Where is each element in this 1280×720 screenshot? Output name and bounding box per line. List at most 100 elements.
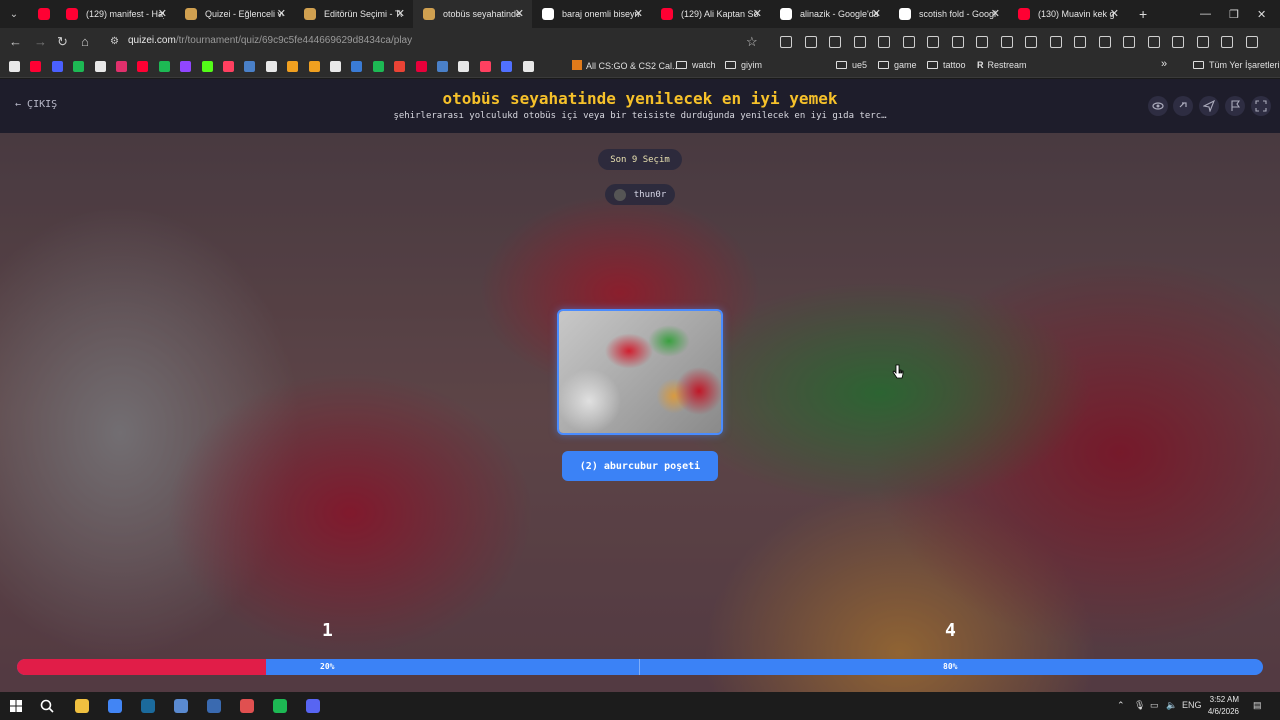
bookmark-favicon-icon[interactable] [116,61,127,72]
reload-icon[interactable]: ↻ [57,34,68,50]
bookmark-favicon-icon[interactable] [415,61,427,72]
browser-tab[interactable]: Editörün Seçimi - Tu ✕ [294,0,413,28]
device-icon[interactable] [976,36,988,48]
bookmark-favicon-icon[interactable] [351,61,363,72]
spotify-icon[interactable] [273,699,287,713]
app-icon[interactable] [240,699,254,713]
download-icon[interactable] [1098,36,1111,48]
bookmark-favicon-icon[interactable] [244,61,256,72]
forward-icon[interactable]: → [34,34,47,49]
app-icon[interactable] [174,699,188,713]
choice-button[interactable]: (2) aburcubur poşeti [562,451,718,481]
app-icon[interactable] [207,699,221,713]
new-tab-button[interactable]: + [1139,6,1147,22]
translate-icon[interactable] [1000,36,1013,48]
media-icon[interactable] [780,36,792,48]
close-tab-icon[interactable]: ✕ [158,7,167,20]
trash-icon[interactable] [1123,36,1135,48]
close-tab-icon[interactable]: ✕ [872,7,881,20]
choice-image-card[interactable] [557,309,723,435]
url-field[interactable]: quizei.com/tr/tournament/quiz/69c9c5fe44… [128,35,412,46]
browser-tab[interactable]: otobüs seyahatinde ✕ [413,0,532,28]
bookmark-restream[interactable]: R Restream [977,60,1027,70]
home-icon[interactable]: ⌂ [81,34,89,49]
close-tab-icon[interactable]: ✕ [515,7,524,20]
close-tab-icon[interactable]: ✕ [753,7,762,20]
bookmark-favicon-icon[interactable] [265,61,277,72]
bookmark-folder-giyim[interactable]: giyim [725,60,762,70]
browser-tab[interactable]: (129) manifest - Hay ✕ [56,0,175,28]
browser-tab[interactable] [28,0,56,28]
share-link-button[interactable] [1173,96,1193,116]
steam-icon[interactable] [141,699,155,713]
browser-tab[interactable]: Quizei - Eğlenceli ve ✕ [175,0,294,28]
bookmark-favicon-icon[interactable] [458,61,470,72]
bookmark-favicon-icon[interactable] [73,61,85,72]
tab-icon[interactable] [902,36,915,48]
browser-tab[interactable]: baraj onemli biseym ✕ [532,0,651,28]
browser-tab[interactable]: alinazik - Google'da ✕ [770,0,889,28]
file-explorer-icon[interactable] [75,699,89,713]
bookmark-folder-all[interactable]: Tüm Yer İşaretleri [1193,60,1280,70]
reading-list-icon[interactable] [1196,36,1209,48]
bookmark-favicon-icon[interactable] [372,61,384,72]
screenshot-icon[interactable] [1025,36,1037,48]
browser-tab[interactable]: scotish fold - Googl ✕ [889,0,1008,28]
language-indicator[interactable]: ENG [1182,700,1202,710]
network-icon[interactable]: ▭ [1150,700,1159,711]
bookmark-favicon-icon[interactable] [308,61,320,72]
menu-icon[interactable] [1245,36,1258,48]
volume-icon[interactable]: 🔈 [1166,700,1177,711]
close-tab-icon[interactable]: ✕ [277,7,286,20]
browser-tab[interactable]: (130) Muavin kek g ✕ [1008,0,1127,28]
close-tab-icon[interactable]: ✕ [396,7,405,20]
link-icon[interactable] [951,36,964,48]
bookmark-favicon-icon[interactable] [437,61,448,72]
more-bookmarks-chevron-icon[interactable]: » [1161,58,1167,70]
bookmark-favicon-icon[interactable] [9,61,20,72]
bookmark-favicon-icon[interactable] [287,61,299,72]
bookmark-folder-watch[interactable]: watch [676,60,716,70]
back-icon[interactable]: ← [9,34,22,49]
bookmark-folder-ue5[interactable]: ue5 [836,60,867,70]
eye-button[interactable] [1148,96,1168,116]
browser-tab[interactable]: (129) Ali Kaptan Söz ✕ [651,0,770,28]
code-icon[interactable] [927,36,939,48]
bookmark-favicon-icon[interactable] [522,61,534,72]
close-tab-icon[interactable]: ✕ [634,7,643,20]
system-clock[interactable]: 3:52 AM 4/6/2026 [1208,694,1239,718]
bookmark-star-icon[interactable]: ☆ [746,34,758,50]
print-icon[interactable] [1049,36,1062,48]
close-tab-icon[interactable]: ✕ [1110,7,1119,20]
bookmark-favicon-icon[interactable] [158,61,170,72]
bookmark-favicon-icon[interactable] [51,61,63,72]
puzzle-icon[interactable] [829,36,841,48]
minimize-button[interactable]: — [1200,0,1211,28]
profile-icon[interactable] [1221,36,1233,48]
tab-search-chevron-icon[interactable]: ⌄ [0,0,28,28]
tray-chevron-icon[interactable]: ⌃ [1117,700,1125,711]
maximize-button[interactable]: ❐ [1229,0,1239,28]
grid-icon[interactable] [878,36,890,48]
send-button[interactable] [1199,96,1219,116]
bookmark-favicon-icon[interactable] [137,61,149,72]
notification-icon[interactable]: ▤ [1253,700,1262,711]
bookmark-favicon-icon[interactable] [180,61,192,72]
sidebar-icon[interactable] [1074,36,1086,48]
bookmark-folder-game[interactable]: game [878,60,917,70]
bookmark-favicon-icon[interactable] [30,61,42,72]
bookmark-favicon-icon[interactable] [330,61,341,72]
extension-icon[interactable] [804,36,817,48]
bookmark-favicon-icon[interactable] [201,61,213,72]
close-window-button[interactable]: ✕ [1257,0,1266,28]
discord-icon[interactable] [306,699,320,713]
close-tab-icon[interactable]: ✕ [991,7,1000,20]
favorites-icon[interactable] [1172,36,1184,48]
report-button[interactable] [1225,96,1245,116]
reader-icon[interactable] [853,36,866,48]
microphone-icon[interactable]: 🎙 [1134,700,1145,711]
bookmark-favicon-icon[interactable] [223,61,234,72]
site-info-icon[interactable]: ⚙ [110,36,119,47]
bookmark-link[interactable]: All CS:GO & CS2 Cal... [572,60,680,71]
bookmark-favicon-icon[interactable] [479,61,491,72]
